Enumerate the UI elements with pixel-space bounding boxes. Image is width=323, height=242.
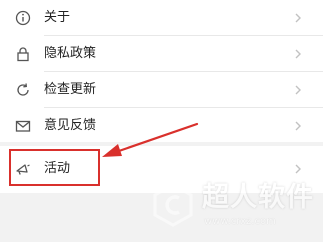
watermark-url: www.crxz.com [204,216,276,227]
settings-list: 关于 隐私政策 检查更新 意见反馈 [0,0,323,142]
settings-item-privacy[interactable]: 隐私政策 [0,36,323,72]
refresh-icon [14,81,32,99]
highlight-box [9,149,100,186]
settings-item-label: 检查更新 [44,82,97,97]
settings-screen: 关于 隐私政策 检查更新 意见反馈 活动 超人软件 www.crxz.com [0,0,323,242]
settings-item-about[interactable]: 关于 [0,0,323,36]
info-icon [14,9,32,27]
settings-item-label: 意见反馈 [44,118,97,133]
lock-icon [14,45,32,63]
chevron-right-icon [293,118,303,134]
chevron-right-icon [293,82,303,98]
watermark-title: 超人软件 [202,182,314,213]
mail-icon [14,117,32,135]
settings-item-check-update[interactable]: 检查更新 [0,72,323,108]
watermark: 超人软件 www.crxz.com [150,178,320,238]
chevron-right-icon [293,10,303,26]
settings-item-label: 隐私政策 [44,46,97,61]
settings-item-feedback[interactable]: 意见反馈 [0,108,323,144]
settings-item-label: 关于 [44,10,71,25]
chevron-right-icon [293,161,303,177]
logo-icon [150,182,196,228]
chevron-right-icon [293,46,303,62]
